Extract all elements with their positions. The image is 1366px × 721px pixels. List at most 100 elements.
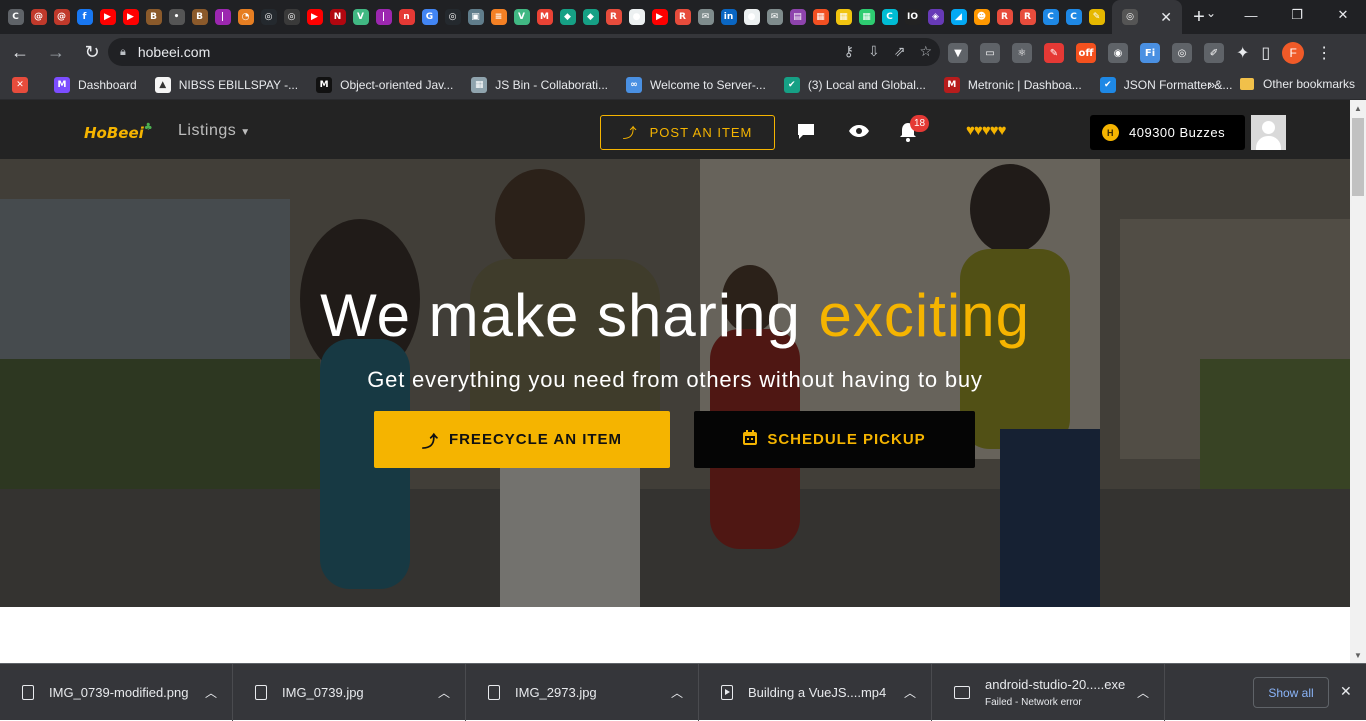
download-item[interactable]: IMG_0739.jpg ︿	[233, 663, 466, 721]
site-logo[interactable]: HoBeei♣	[84, 122, 153, 142]
extensions-puzzle-icon[interactable]: ✦	[1236, 43, 1249, 63]
browser-tab[interactable]: C	[878, 0, 901, 34]
chevron-up-icon[interactable]: ︿	[438, 684, 450, 701]
circle-ext-icon[interactable]: ◉	[1108, 43, 1128, 63]
scrollbar-thumb[interactable]	[1352, 118, 1364, 196]
browser-tab[interactable]: ◢	[947, 0, 970, 34]
download-item[interactable]: IMG_2973.jpg ︿	[466, 663, 699, 721]
fi-ext-icon[interactable]: Fi	[1140, 43, 1160, 63]
address-bar[interactable]: 🔒︎ hobeei.com ⚷ ⇩ ⇗ ☆	[108, 38, 940, 66]
post-item-button[interactable]: ⤴ POST AN ITEM	[600, 115, 775, 150]
browser-tab[interactable]: ▶	[648, 0, 671, 34]
browser-tab[interactable]: ☻	[970, 0, 993, 34]
listings-dropdown[interactable]: Listings ▼	[178, 122, 251, 140]
browser-tab[interactable]: C	[1039, 0, 1062, 34]
chevron-up-icon[interactable]: ︿	[904, 684, 916, 701]
browser-tab[interactable]: ▦	[809, 0, 832, 34]
browser-tab[interactable]: C	[4, 0, 27, 34]
bookmark-item[interactable]: ✔ (3) Local and Global...	[783, 76, 926, 93]
restore-button[interactable]: ❐	[1274, 0, 1320, 30]
reload-button[interactable]: ↻	[76, 36, 108, 68]
bookmarks-overflow-button[interactable]: »	[1208, 77, 1215, 92]
bookmark-item[interactable]: M Metronic | Dashboa...	[943, 76, 1082, 93]
scroll-down-icon[interactable]: ▼	[1354, 651, 1362, 660]
bookmark-item[interactable]: M Object-oriented Jav...	[316, 76, 453, 93]
camera-ext-icon[interactable]: ▭	[980, 43, 1000, 63]
browser-tab[interactable]: ◆	[579, 0, 602, 34]
browser-tab[interactable]: in	[717, 0, 740, 34]
bookmark-item[interactable]: ∞ Welcome to Server-...	[626, 76, 766, 93]
show-all-downloads-button[interactable]: Show all	[1253, 677, 1329, 708]
browser-tab[interactable]: ◎	[257, 0, 280, 34]
minimize-button[interactable]: —	[1228, 0, 1274, 30]
share-icon[interactable]: ⇗	[894, 43, 906, 60]
close-shelf-icon[interactable]: ✕	[1340, 683, 1352, 700]
chevron-up-icon[interactable]: ︿	[1137, 684, 1149, 701]
browser-tab[interactable]: ●	[740, 0, 763, 34]
download-item[interactable]: Building a VueJS....mp4 ︿	[699, 663, 932, 721]
browser-tab[interactable]: ◎	[280, 0, 303, 34]
browser-tab[interactable]: ◔	[234, 0, 257, 34]
browser-tab[interactable]: R	[602, 0, 625, 34]
other-bookmarks-folder[interactable]: Other bookmarks	[1240, 77, 1355, 91]
profile-avatar[interactable]: F	[1282, 42, 1305, 64]
browser-tab[interactable]: ▣	[464, 0, 487, 34]
browser-tab[interactable]: ✉	[694, 0, 717, 34]
browser-tab[interactable]: ≡	[487, 0, 510, 34]
browser-tab[interactable]: ▶	[303, 0, 326, 34]
bookmark-item[interactable]: M Dashboard	[54, 76, 137, 93]
browser-tab[interactable]: @	[50, 0, 73, 34]
chevron-up-icon[interactable]: ︿	[671, 684, 683, 701]
react-ext-icon[interactable]: ⚛	[1012, 43, 1032, 63]
browser-tab[interactable]: f	[73, 0, 96, 34]
download-item[interactable]: IMG_0739-modified.png ︿	[0, 663, 233, 721]
browser-tab[interactable]: ●	[625, 0, 648, 34]
chevron-up-icon[interactable]: ︿	[205, 684, 217, 701]
target-ext-icon[interactable]: ◎	[1172, 43, 1192, 63]
forward-button[interactable]: →	[40, 36, 72, 68]
browser-tab[interactable]: IO	[901, 0, 924, 34]
side-panel-icon[interactable]: ▯	[1261, 43, 1270, 63]
browser-menu-icon[interactable]: ⋮	[1316, 43, 1332, 63]
browser-tab[interactable]: ◈	[924, 0, 947, 34]
buzz-balance-button[interactable]: H 409300 Buzzes	[1090, 115, 1245, 150]
browser-tab[interactable]: n	[395, 0, 418, 34]
browser-tab[interactable]: V	[510, 0, 533, 34]
download-item[interactable]: android-studio-20.....exe Failed - Netwo…	[932, 663, 1165, 721]
back-button[interactable]: ←	[4, 36, 36, 68]
browser-tab[interactable]: ▦	[855, 0, 878, 34]
browser-tab[interactable]: ▦	[832, 0, 855, 34]
bookmark-star-icon[interactable]: ☆	[919, 43, 932, 60]
install-icon[interactable]: ⇩	[868, 43, 880, 60]
browser-tab[interactable]: ▤	[786, 0, 809, 34]
browser-tab[interactable]: |	[372, 0, 395, 34]
browser-tab[interactable]: ◆	[556, 0, 579, 34]
pen-ext-icon[interactable]: ✎	[1044, 43, 1064, 63]
close-tab-icon[interactable]: ✕	[1160, 9, 1172, 26]
browser-tab[interactable]: M	[533, 0, 556, 34]
off-ext-icon[interactable]: off	[1076, 43, 1096, 63]
browser-tab[interactable]: ✉	[763, 0, 786, 34]
scroll-up-icon[interactable]: ▲	[1354, 104, 1362, 113]
browser-tab[interactable]: R	[1016, 0, 1039, 34]
bookmark-item[interactable]: ✕	[12, 76, 36, 93]
key-icon[interactable]: ⚷	[844, 43, 854, 60]
browser-tab[interactable]: N	[326, 0, 349, 34]
bookmark-item[interactable]: ▲ NIBSS EBILLSPAY -...	[154, 76, 298, 93]
address-url[interactable]: hobeei.com	[138, 44, 210, 60]
browser-tab[interactable]: @	[27, 0, 50, 34]
avatar[interactable]	[1251, 115, 1286, 150]
vue-devtools-icon[interactable]: ▼	[948, 43, 968, 63]
browser-tab[interactable]: B	[188, 0, 211, 34]
browser-tab[interactable]: ▶	[119, 0, 142, 34]
close-window-button[interactable]: ✕	[1320, 0, 1366, 30]
browser-tab[interactable]: C	[1062, 0, 1085, 34]
browser-tab[interactable]: R	[993, 0, 1016, 34]
browser-tab[interactable]: ◎	[441, 0, 464, 34]
browser-tab[interactable]: G	[418, 0, 441, 34]
freecycle-item-button[interactable]: ⤴ FREECYCLE AN ITEM	[374, 411, 670, 468]
tab-search-icon[interactable]: ⌄	[1206, 6, 1216, 20]
chat-icon[interactable]	[796, 122, 816, 145]
bookmark-item[interactable]: ▦ JS Bin - Collaborati...	[471, 76, 608, 93]
schedule-pickup-button[interactable]: SCHEDULE PICKUP	[694, 411, 975, 468]
